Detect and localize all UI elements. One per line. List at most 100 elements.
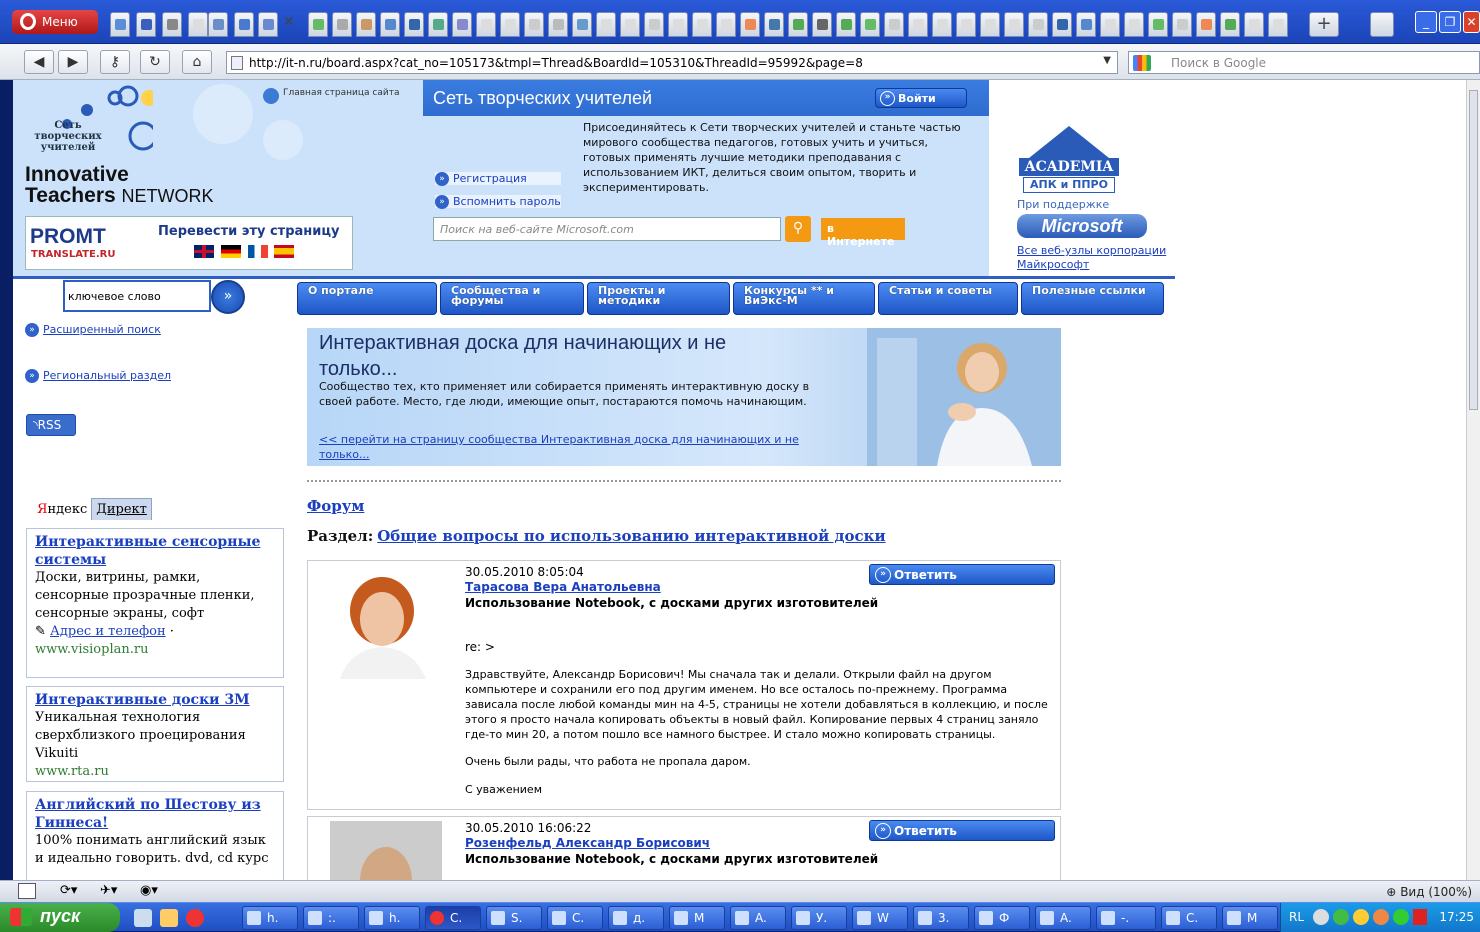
browser-tab[interactable]	[932, 12, 952, 37]
ad-title-link[interactable]: Интерактивные сенсорные системы	[35, 533, 275, 569]
browser-tab[interactable]	[476, 12, 496, 37]
browser-tab[interactable]	[812, 12, 832, 37]
browser-tab[interactable]	[136, 12, 156, 37]
browser-tab[interactable]	[1004, 12, 1024, 37]
taskbar-item[interactable]: 3.	[913, 906, 969, 930]
taskbar-item[interactable]: S.	[486, 906, 542, 930]
browser-tab[interactable]	[380, 12, 400, 37]
browser-tab[interactable]	[208, 12, 228, 37]
reply-button[interactable]: Ответить	[869, 564, 1055, 585]
browser-tab[interactable]	[500, 12, 520, 37]
zoom-control[interactable]: ⊕ Вид (100%)	[1386, 885, 1472, 899]
browser-tab[interactable]	[110, 12, 130, 37]
taskbar-item[interactable]: M	[669, 906, 725, 930]
tray-icon[interactable]	[1313, 909, 1329, 925]
ad-url[interactable]: www.visioplan.ru	[35, 641, 275, 659]
address-field[interactable]: http://it-n.ru/board.aspx?cat_no=105173&…	[226, 51, 1118, 74]
minimize-button[interactable]: _	[1415, 11, 1437, 33]
taskbar-item[interactable]: M	[1222, 906, 1278, 930]
browser-tab[interactable]	[572, 12, 592, 37]
nav-tab-projects[interactable]: Проекты и методики	[587, 282, 730, 315]
browser-tab[interactable]	[548, 12, 568, 37]
ms-search-input[interactable]: Поиск на веб-сайте Microsoft.com	[433, 217, 781, 241]
yandex-tab[interactable]: Яндекс	[33, 499, 91, 520]
key-icon[interactable]: ⚷	[100, 50, 130, 74]
panel-toggle-icon[interactable]	[18, 883, 36, 899]
network-icon[interactable]	[1393, 909, 1409, 925]
opera-quicklaunch-icon[interactable]	[186, 909, 204, 927]
taskbar-item[interactable]: h.	[364, 906, 420, 930]
remember-password-link[interactable]: Вспомнить пароль	[435, 195, 561, 209]
browser-tab[interactable]	[716, 12, 736, 37]
internet-search-button[interactable]: в Интернете	[821, 218, 905, 248]
ms-sites-link[interactable]: Все веб-узлы корпорации Майкрософт	[1017, 244, 1175, 272]
ad-address-link[interactable]: Адрес и телефон	[50, 624, 166, 639]
chevron-down-icon[interactable]: ▼	[1103, 55, 1111, 66]
keyword-search-button[interactable]: »	[211, 280, 245, 314]
nav-tab-contests[interactable]: Конкурсы ** и ВиЭкс-М	[733, 282, 875, 315]
taskbar-item[interactable]: A.	[730, 906, 786, 930]
browser-tab[interactable]	[956, 12, 976, 37]
rss-button[interactable]: ◝RSS	[26, 414, 76, 436]
turbo-icon[interactable]: ✈▾	[100, 883, 117, 898]
browser-tab[interactable]	[188, 12, 208, 37]
scrollbar-thumb[interactable]	[1469, 90, 1478, 410]
nav-tab-communities[interactable]: Сообщества и форумы	[440, 282, 584, 315]
academia-logo[interactable]: ACADEMIA АПК и ППРО	[1019, 126, 1119, 196]
close-window-button[interactable]: ✕	[1463, 11, 1480, 33]
browser-tab[interactable]	[1196, 12, 1216, 37]
direct-tab[interactable]: Директ	[91, 498, 152, 520]
taskbar-item[interactable]: д.	[608, 906, 664, 930]
browser-tab[interactable]	[1172, 12, 1192, 37]
browser-tab[interactable]	[692, 12, 712, 37]
browser-tab[interactable]	[332, 12, 352, 37]
nav-tab-articles[interactable]: Статьи и советы	[878, 282, 1018, 315]
browser-tab[interactable]	[1124, 12, 1144, 37]
sync-icon[interactable]: ⟳▾	[60, 883, 77, 898]
browser-tab[interactable]	[836, 12, 856, 37]
taskbar-item[interactable]: C.	[1161, 906, 1217, 930]
opera-menu-button[interactable]: Меню	[12, 10, 98, 34]
trash-icon[interactable]	[1370, 12, 1394, 37]
nav-tab-links[interactable]: Полезные ссылки	[1021, 282, 1164, 315]
tray-icon[interactable]	[1373, 909, 1389, 925]
browser-tab[interactable]	[404, 12, 424, 37]
browser-tab[interactable]	[644, 12, 664, 37]
browser-tab[interactable]	[524, 12, 544, 37]
browser-tab[interactable]	[162, 12, 182, 37]
taskbar-item[interactable]: У.	[791, 906, 847, 930]
taskbar-item[interactable]: -.	[1096, 906, 1156, 930]
browser-tab[interactable]	[1220, 12, 1240, 37]
register-link[interactable]: Регистрация	[435, 172, 561, 186]
advanced-search-link[interactable]: Расширенный поиск	[25, 323, 161, 337]
browser-tab[interactable]	[980, 12, 1000, 37]
forward-button[interactable]: ▶	[58, 50, 88, 74]
quicklaunch-icon[interactable]	[134, 909, 152, 927]
search-go-button[interactable]: ⚲	[785, 216, 811, 242]
taskbar-item[interactable]: W	[852, 906, 908, 930]
close-tab-icon[interactable]: ✕	[283, 14, 295, 30]
browser-tab[interactable]	[452, 12, 472, 37]
fr-flag-icon[interactable]	[247, 245, 268, 258]
restore-button[interactable]: ❐	[1439, 11, 1461, 33]
browser-tab[interactable]	[1052, 12, 1072, 37]
browser-tab[interactable]	[1244, 12, 1264, 37]
browser-tab[interactable]	[740, 12, 760, 37]
ad-title-link[interactable]: Интерактивные доски 3M	[35, 691, 275, 709]
browser-tab[interactable]	[428, 12, 448, 37]
post-author-link[interactable]: Тарасова Вера Анатольевна	[465, 580, 661, 594]
de-flag-icon[interactable]	[220, 245, 241, 258]
new-tab-button[interactable]: +	[1309, 12, 1339, 37]
browser-tab[interactable]	[596, 12, 616, 37]
browser-tab[interactable]	[1148, 12, 1168, 37]
login-button[interactable]: Войти	[875, 88, 967, 108]
taskbar-item-active[interactable]: C.	[425, 906, 481, 930]
microsoft-logo[interactable]: Microsoft	[1017, 214, 1147, 238]
browser-tab[interactable]	[860, 12, 880, 37]
taskbar-item[interactable]: h.	[242, 906, 298, 930]
back-button[interactable]: ◀	[24, 50, 54, 74]
browser-tab[interactable]	[234, 12, 254, 37]
browser-tab[interactable]	[668, 12, 688, 37]
regional-link[interactable]: Региональный раздел	[25, 369, 171, 383]
home-button[interactable]: ⌂	[182, 50, 212, 74]
